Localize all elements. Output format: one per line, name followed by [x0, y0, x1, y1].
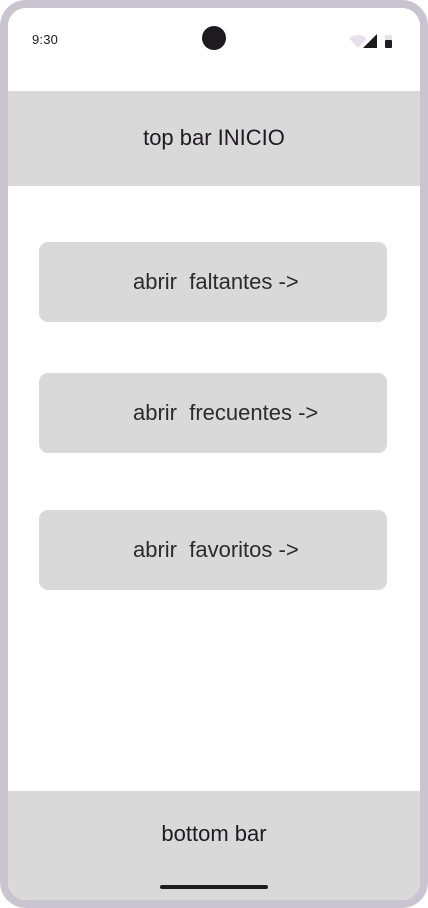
status-time: 9:30 — [32, 32, 59, 47]
open-favoritos-button[interactable]: abrir favoritos -> — [39, 510, 387, 590]
open-favoritos-label: abrir favoritos -> — [133, 537, 299, 562]
status-bar: 9:30 — [8, 8, 420, 91]
bottom-bar-label: bottom bar — [161, 821, 267, 846]
home-indicator[interactable] — [160, 885, 268, 889]
camera-cutout — [202, 26, 226, 50]
device-frame: 9:30 top bar INICIO abrir faltantes -> a… — [0, 0, 428, 908]
status-icons — [349, 34, 397, 50]
open-faltantes-label: abrir faltantes -> — [133, 269, 299, 294]
open-faltantes-button[interactable]: abrir faltantes -> — [39, 242, 387, 322]
top-bar-title: top bar INICIO — [143, 124, 285, 150]
open-frecuentes-button[interactable]: abrir frecuentes -> — [39, 373, 387, 453]
top-bar: top bar INICIO — [8, 91, 420, 186]
bottom-bar: bottom bar — [8, 791, 420, 900]
open-frecuentes-label: abrir frecuentes -> — [133, 400, 319, 425]
wifi-icon — [349, 35, 367, 48]
cellular-signal-icon — [363, 34, 377, 48]
battery-icon — [385, 35, 392, 48]
